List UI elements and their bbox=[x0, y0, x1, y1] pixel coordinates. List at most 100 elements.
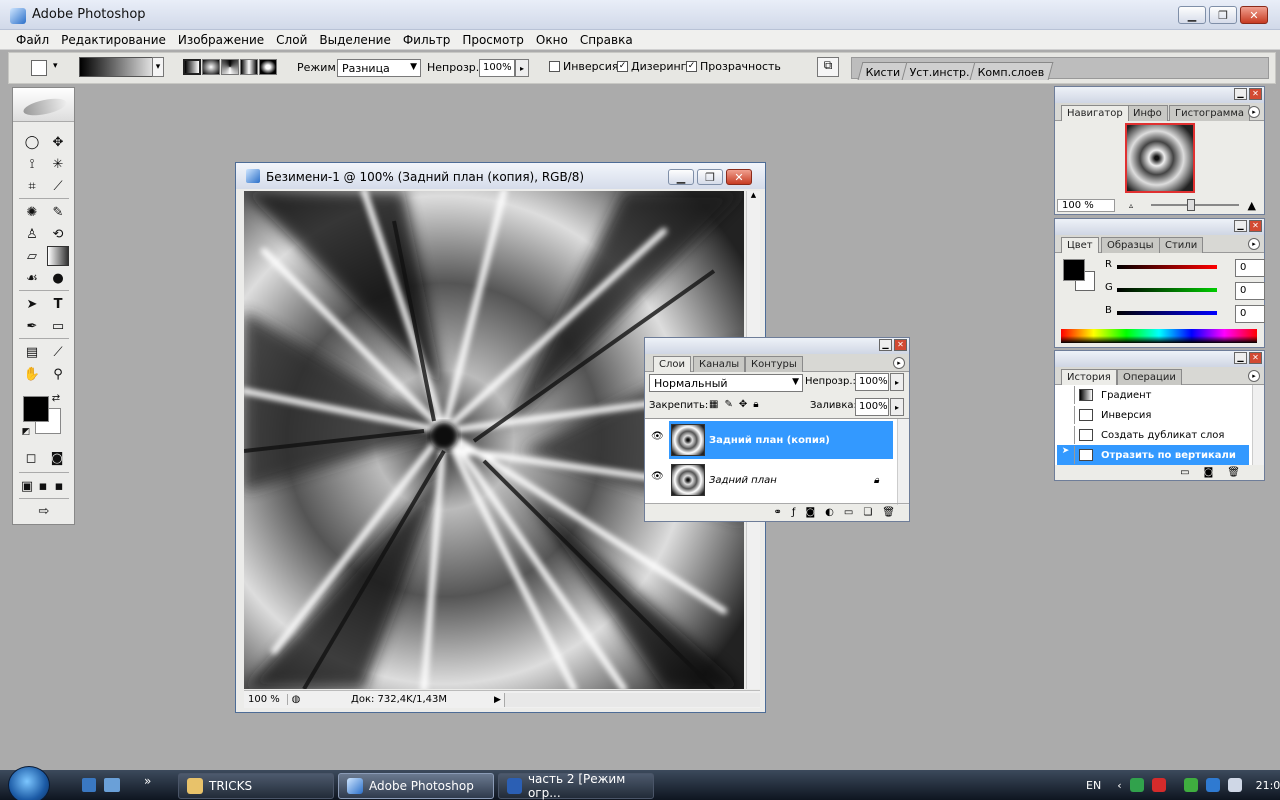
history-item[interactable]: Создать дубликат слоя bbox=[1057, 425, 1249, 445]
tool-preset-arrow[interactable]: ▾ bbox=[53, 61, 58, 71]
swap-colors-icon[interactable]: ⇄ bbox=[49, 392, 63, 404]
palette-close-button[interactable]: ✕ bbox=[1249, 220, 1262, 232]
lasso-tool-icon[interactable]: ⟟ bbox=[21, 154, 43, 174]
link-layers-icon[interactable]: ⚭ bbox=[774, 507, 782, 518]
clone-stamp-tool-icon[interactable]: ♙ bbox=[21, 224, 43, 244]
language-indicator[interactable]: EN bbox=[1086, 779, 1101, 792]
channel-slider-g[interactable] bbox=[1117, 288, 1217, 292]
visibility-eye-icon[interactable]: 👁︎ bbox=[651, 471, 665, 482]
status-icon[interactable]: ◍ bbox=[288, 694, 304, 705]
healing-brush-tool-icon[interactable]: ✺ bbox=[21, 202, 43, 222]
doc-close-button[interactable]: ✕ bbox=[726, 169, 752, 185]
fill-stepper[interactable]: ▸ bbox=[890, 398, 904, 416]
tray-app-icon[interactable] bbox=[1183, 778, 1198, 792]
fill-field[interactable]: 100% bbox=[855, 398, 889, 416]
palette-close-button[interactable]: ✕ bbox=[894, 339, 907, 351]
menu-select[interactable]: Выделение bbox=[313, 30, 396, 49]
radial-gradient-button[interactable] bbox=[202, 59, 220, 75]
eyedropper-tool-icon[interactable]: ⟋ bbox=[47, 342, 69, 362]
opacity-stepper[interactable]: ▸ bbox=[515, 59, 529, 77]
horizontal-scrollbar[interactable] bbox=[504, 692, 760, 707]
layer-mask-icon[interactable]: ◙ bbox=[805, 507, 815, 518]
document-title-bar[interactable]: Безимени-1 @ 100% (Задний план (копия), … bbox=[236, 163, 765, 189]
gradient-picker-arrow[interactable]: ▾ bbox=[152, 57, 164, 77]
layers-palette-header[interactable]: ▁ ✕ bbox=[645, 338, 909, 354]
clock[interactable]: 21:03 bbox=[1256, 779, 1280, 792]
tab-color[interactable]: Цвет bbox=[1061, 237, 1099, 253]
jump-to-imageready-icon[interactable]: ⇨ bbox=[27, 501, 61, 521]
status-menu-arrow[interactable]: ▶ bbox=[494, 695, 504, 705]
palette-menu-icon[interactable]: ▸ bbox=[1248, 238, 1260, 250]
tab-paths[interactable]: Контуры bbox=[745, 356, 803, 372]
pen-tool-icon[interactable]: ✒ bbox=[21, 316, 43, 336]
new-layer-icon[interactable]: ❏ bbox=[863, 507, 872, 518]
tray-app-icon[interactable] bbox=[1151, 778, 1166, 792]
start-button[interactable] bbox=[8, 766, 50, 800]
inverse-checkbox[interactable]: Инверсия bbox=[549, 60, 618, 73]
zoom-field[interactable]: 100 % bbox=[244, 694, 288, 705]
lock-position-icon[interactable]: ✥ bbox=[739, 399, 747, 410]
angle-gradient-button[interactable] bbox=[221, 59, 239, 75]
channel-slider-r[interactable] bbox=[1117, 265, 1217, 269]
doc-minimize-button[interactable]: ▁ bbox=[668, 169, 694, 185]
quick-mask-icon[interactable]: ◙ bbox=[45, 448, 69, 468]
tab-history[interactable]: История bbox=[1061, 369, 1117, 385]
history-item[interactable]: Градиент bbox=[1057, 385, 1249, 405]
eraser-tool-icon[interactable]: ▱ bbox=[21, 246, 43, 266]
blur-tool-icon[interactable]: ☙ bbox=[21, 268, 43, 288]
palette-close-button[interactable]: ✕ bbox=[1249, 352, 1262, 364]
palette-minimize-button[interactable]: ▁ bbox=[1234, 352, 1247, 364]
doc-maximize-button[interactable]: ❐ bbox=[697, 169, 723, 185]
marquee-tool-icon[interactable]: ◯ bbox=[21, 132, 43, 152]
tray-app-icon[interactable] bbox=[1129, 778, 1144, 792]
path-selection-tool-icon[interactable]: ➤ bbox=[21, 294, 43, 314]
default-colors-icon[interactable]: ◩ bbox=[19, 426, 33, 438]
palette-close-button[interactable]: ✕ bbox=[1249, 88, 1262, 100]
zoom-tool-icon[interactable]: ⚲ bbox=[47, 364, 69, 384]
linear-gradient-button[interactable] bbox=[183, 59, 201, 75]
new-document-from-state-icon[interactable]: ▭ bbox=[1180, 467, 1189, 478]
lock-transparency-icon[interactable]: ▦ bbox=[709, 399, 718, 410]
tray-expand-icon[interactable]: ‹ bbox=[1117, 779, 1121, 792]
foreground-color-chip[interactable] bbox=[1063, 259, 1085, 281]
zoom-out-icon[interactable]: ▵ bbox=[1129, 201, 1133, 210]
mode-select[interactable]: Разница ▼ bbox=[337, 59, 421, 77]
dither-check-box[interactable]: ✓ bbox=[617, 61, 628, 72]
palette-well-tab-layer-comps[interactable]: Комп.слоев bbox=[969, 62, 1054, 80]
diamond-gradient-button[interactable] bbox=[259, 59, 277, 75]
palette-minimize-button[interactable]: ▁ bbox=[1234, 88, 1247, 100]
dither-checkbox[interactable]: ✓ Дизеринг bbox=[617, 60, 686, 73]
quicklaunch-overflow-icon[interactable]: » bbox=[144, 774, 151, 788]
lock-all-icon[interactable]: 🔒︎ bbox=[753, 399, 758, 410]
zoom-in-icon[interactable]: ▲ bbox=[1248, 199, 1256, 212]
palette-menu-icon[interactable]: ▸ bbox=[1248, 106, 1260, 118]
tab-info[interactable]: Инфо bbox=[1127, 105, 1168, 121]
navigator-header[interactable]: ▁ ✕ bbox=[1055, 87, 1264, 103]
transparency-check-box[interactable]: ✓ bbox=[686, 61, 697, 72]
tab-swatches[interactable]: Образцы bbox=[1101, 237, 1160, 253]
shape-tool-icon[interactable]: ▭ bbox=[47, 316, 69, 336]
menu-edit[interactable]: Редактирование bbox=[55, 30, 172, 49]
channel-value-g[interactable]: 0 bbox=[1235, 282, 1265, 300]
dodge-tool-icon[interactable]: ● bbox=[47, 268, 69, 288]
channel-slider-b[interactable] bbox=[1117, 311, 1217, 315]
tool-preset-icon[interactable] bbox=[31, 60, 47, 76]
reflected-gradient-button[interactable] bbox=[240, 59, 258, 75]
taskbar-button-photoshop[interactable]: Adobe Photoshop bbox=[338, 773, 494, 799]
screen-mode-full-menu-icon[interactable]: ▪ bbox=[35, 476, 51, 496]
tab-navigator[interactable]: Навигатор bbox=[1061, 105, 1129, 121]
zoom-slider[interactable] bbox=[1151, 199, 1239, 211]
tab-histogram[interactable]: Гистограмма bbox=[1169, 105, 1250, 121]
slice-tool-icon[interactable]: ⟋ bbox=[47, 176, 69, 196]
navigator-zoom-field[interactable]: 100 % bbox=[1057, 198, 1115, 212]
notes-tool-icon[interactable]: ▤ bbox=[21, 342, 43, 362]
taskbar-button-tricks[interactable]: TRICKS bbox=[178, 773, 334, 799]
palette-menu-icon[interactable]: ▸ bbox=[893, 357, 905, 369]
inverse-check-box[interactable] bbox=[549, 61, 560, 72]
gradient-tool-icon[interactable] bbox=[47, 246, 69, 266]
file-browser-icon[interactable]: ⧉ bbox=[817, 57, 839, 77]
new-group-icon[interactable]: ▭ bbox=[844, 507, 853, 518]
brush-tool-icon[interactable]: ✎ bbox=[47, 202, 69, 222]
palette-menu-icon[interactable]: ▸ bbox=[1248, 370, 1260, 382]
delete-state-icon[interactable]: 🗑︎ bbox=[1227, 467, 1240, 478]
